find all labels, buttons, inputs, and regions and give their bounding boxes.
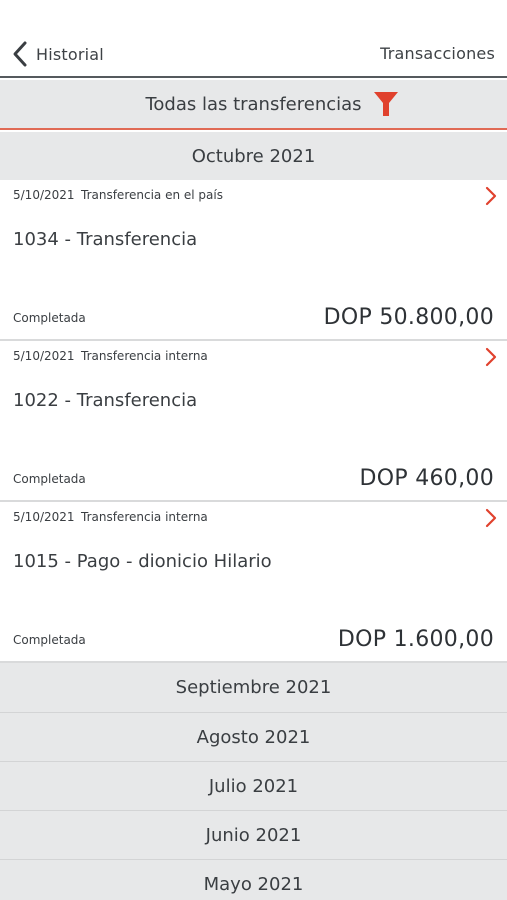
chevron-left-icon <box>13 41 27 67</box>
transaction-status: Completada <box>13 311 86 325</box>
transaction-amount: DOP 1.600,00 <box>337 627 494 652</box>
transaction-type: Transferencia interna <box>81 510 208 524</box>
month-row[interactable]: Agosto 2021 <box>0 713 507 762</box>
back-button[interactable]: Historial <box>10 38 104 70</box>
chevron-right-icon[interactable] <box>485 186 497 206</box>
transaction-type: Transferencia interna <box>81 349 208 363</box>
transaction-status: Completada <box>13 633 86 647</box>
top-navigation-bar: Historial Transacciones <box>0 0 507 78</box>
month-row[interactable]: Julio 2021 <box>0 762 507 811</box>
transaction-title: 1022 - Transferencia <box>13 390 198 411</box>
chevron-right-icon[interactable] <box>485 508 497 528</box>
transaction-amount: DOP 460,00 <box>359 466 494 491</box>
transaction-title: 1034 - Transferencia <box>13 229 198 250</box>
month-row[interactable]: Septiembre 2021 <box>0 663 507 713</box>
month-header-current: Octubre 2021 <box>0 132 507 180</box>
back-label: Historial <box>36 44 104 64</box>
transaction-date: 5/10/2021 <box>13 188 75 202</box>
filter-icon[interactable] <box>372 89 400 119</box>
transaction-title: 1015 - Pago - dionicio Hilario <box>13 551 272 572</box>
transaction-date: 5/10/2021 <box>13 510 75 524</box>
month-row[interactable]: Junio 2021 <box>0 811 507 860</box>
chevron-right-icon[interactable] <box>485 347 497 367</box>
month-list: Septiembre 2021 Agosto 2021 Julio 2021 Juni… <box>0 663 507 900</box>
transaction-row[interactable]: 5/10/2021 Transferencia interna 1022 - Tra… <box>0 341 507 502</box>
filter-label: Todas las transferencias <box>145 93 362 115</box>
transaction-row[interactable]: 5/10/2021 Transferencia interna 1015 - Pag… <box>0 502 507 663</box>
transfer-filter-bar[interactable]: Todas las transferencias <box>0 80 507 130</box>
page-title: Transacciones <box>380 44 495 63</box>
month-row[interactable]: Mayo 2021 <box>0 860 507 900</box>
transaction-status: Completada <box>13 472 86 486</box>
transaction-date: 5/10/2021 <box>13 349 75 363</box>
transaction-amount: DOP 50.800,00 <box>323 305 494 330</box>
transaction-type: Transferencia en el país <box>81 188 223 202</box>
transaction-row[interactable]: 5/10/2021 Transferencia en el país 1034 - … <box>0 180 507 341</box>
